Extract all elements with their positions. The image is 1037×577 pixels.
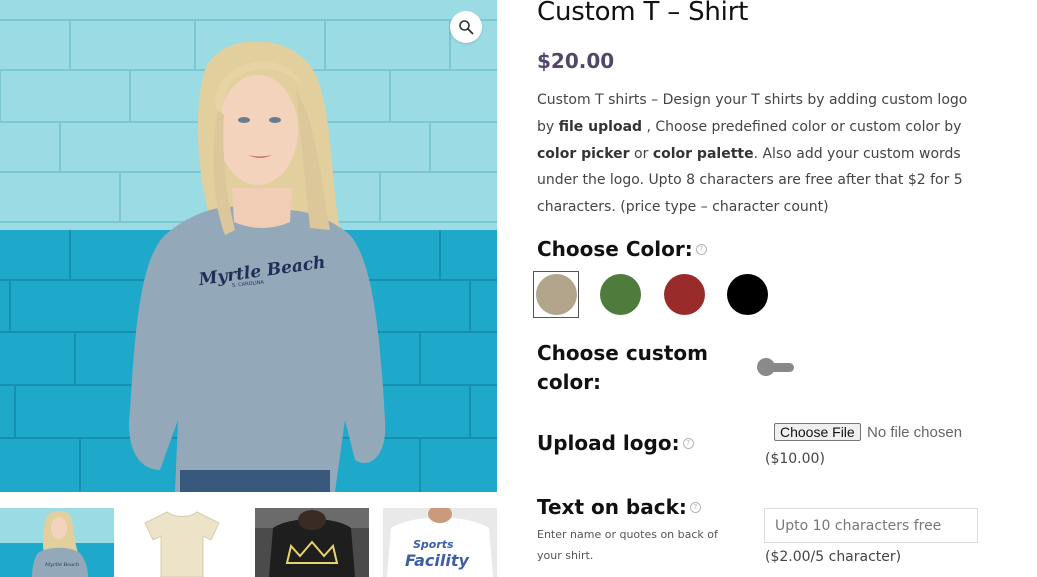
help-icon[interactable]: ? (695, 244, 707, 255)
logo-price: ($10.00) (765, 451, 825, 467)
product-description: Custom T shirts – Design your T shirts b… (537, 87, 987, 221)
file-status-text: No file chosen (867, 424, 963, 441)
product-main-image[interactable]: Myrtle Beach S. CAROLINA (0, 0, 497, 492)
zoom-button[interactable] (450, 11, 482, 43)
description-text: , Choose predefined color or custom colo… (642, 118, 962, 135)
product-price: $20.00 (537, 49, 615, 73)
toggle-knob (757, 358, 775, 376)
description-text: or (629, 145, 653, 162)
custom-color-label-line1: Choose custom (537, 341, 708, 365)
custom-color-label: Choose custom color: (537, 339, 708, 397)
text-price: ($2.00/5 character) (765, 549, 902, 565)
thumb-white-sports-tshirt[interactable]: Sports Facility (383, 508, 497, 577)
color-swatch-black[interactable] (727, 274, 768, 315)
svg-text:Sports: Sports (413, 538, 454, 551)
thumb-black-crown-tshirt[interactable] (255, 508, 369, 577)
magnifier-icon (459, 20, 474, 35)
text-on-back-label: Text on back:? (537, 493, 701, 522)
color-swatch-green[interactable] (600, 274, 641, 315)
description-bold-color-palette: color palette (652, 145, 754, 162)
upload-logo-label-text: Upload logo: (537, 431, 680, 455)
svg-text:Facility: Facility (405, 551, 469, 570)
description-bold-file-upload: file upload (558, 118, 643, 135)
text-on-back-label-text: Text on back: (537, 495, 687, 519)
text-on-back-input[interactable] (764, 508, 978, 543)
thumbnail-strip: Myrtle Beach Sports Facility (0, 508, 497, 577)
color-swatch-red[interactable] (664, 274, 705, 315)
thumb-sweatshirt-woman[interactable]: Myrtle Beach (0, 508, 114, 577)
svg-text:Myrtle Beach: Myrtle Beach (44, 562, 79, 568)
help-icon[interactable]: ? (689, 502, 701, 513)
choose-color-label-text: Choose Color: (537, 237, 693, 261)
choose-color-label: Choose Color:? (537, 235, 707, 264)
color-swatch-beige[interactable] (536, 274, 577, 315)
product-photo: Myrtle Beach S. CAROLINA (0, 0, 497, 492)
help-icon[interactable]: ? (682, 438, 694, 449)
text-on-back-hint: Enter name or quotes on back of your shi… (537, 528, 718, 562)
choose-file-button[interactable]: Choose File (774, 423, 861, 441)
description-bold-color-picker: color picker (537, 145, 630, 162)
upload-logo-label: Upload logo:? (537, 429, 694, 458)
custom-color-label-line2: color: (537, 370, 602, 394)
thumb-cream-tshirt[interactable] (125, 508, 239, 577)
custom-color-toggle[interactable] (757, 358, 795, 376)
product-title: Custom T – Shirt (537, 0, 749, 27)
